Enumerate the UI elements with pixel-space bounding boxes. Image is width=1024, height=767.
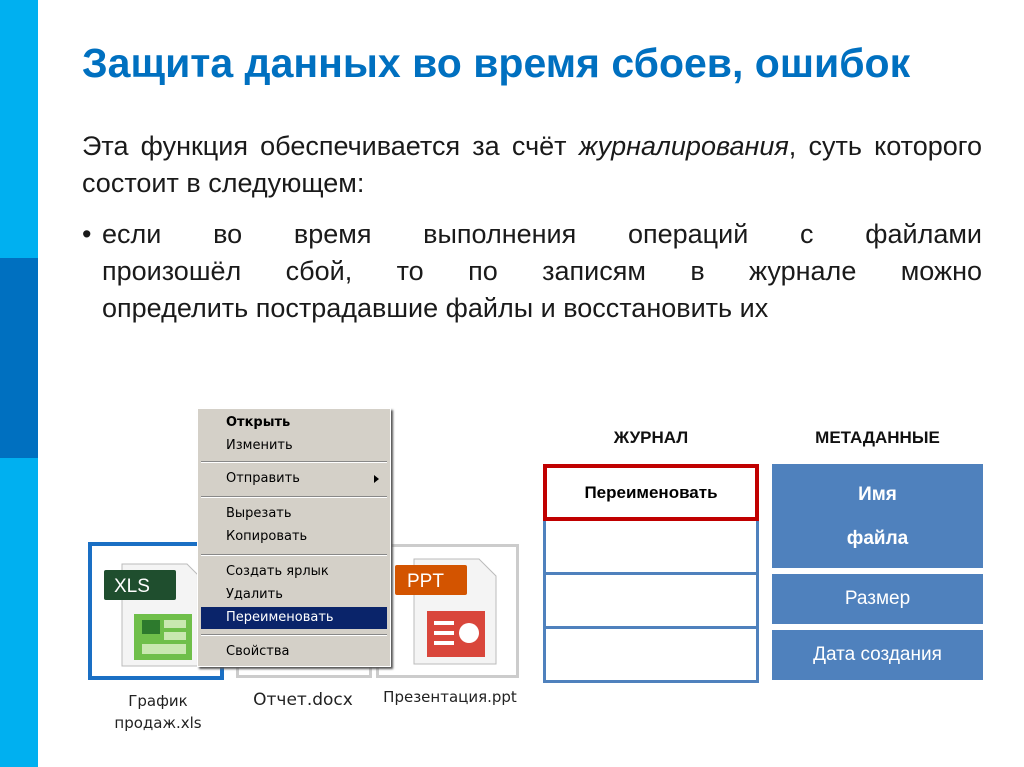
menu-item-send-to[interactable]: Отправить	[201, 468, 387, 490]
file-name-xls: График продаж.xls	[88, 690, 228, 734]
file-name-line: График	[128, 692, 188, 710]
sidebar-stripe-accent	[0, 258, 38, 458]
intro-paragraph: Эта функция обеспечивается за счёт журна…	[82, 128, 982, 202]
menu-item-delete[interactable]: Удалить	[201, 584, 387, 606]
menu-item-properties[interactable]: Свойства	[201, 641, 387, 663]
slide-title: Защита данных во время сбоев, ошибок	[82, 40, 911, 86]
intro-emphasis: журналирования	[578, 131, 789, 161]
metadata-filename-line: файла	[846, 528, 909, 549]
bullet-symbol: •	[82, 219, 92, 249]
bullet-line: если во время выполнения операций с файл…	[102, 219, 982, 249]
metadata-filename: Имя файла	[772, 464, 983, 568]
powerpoint-file-icon: PPT	[395, 558, 497, 665]
submenu-arrow-icon	[374, 475, 379, 483]
journal-entry	[543, 575, 759, 629]
metadata-filename-line: Имя	[858, 484, 897, 505]
menu-separator	[201, 496, 387, 498]
menu-separator	[201, 634, 387, 636]
bullet-line: определить пострадавшие файлы и восстано…	[102, 293, 769, 323]
xls-label: XLS	[114, 576, 150, 597]
file-name-ppt: Презентация.ppt	[383, 688, 517, 706]
menu-separator	[201, 554, 387, 556]
menu-item-open[interactable]: Открыть	[201, 412, 387, 434]
metadata-created: Дата создания	[772, 630, 983, 680]
menu-separator	[201, 461, 387, 463]
context-menu: Открыть Изменить Отправить Вырезать Копи…	[197, 408, 391, 667]
metadata-size: Размер	[772, 574, 983, 624]
metadata-header: МЕТАДАННЫЕ	[815, 428, 940, 447]
bullet-item: • если во время выполнения операций с фа…	[82, 216, 982, 327]
menu-item-create-shortcut[interactable]: Создать ярлык	[201, 561, 387, 583]
file-name-docx: Отчет.docx	[253, 690, 353, 710]
journal-entry: Переименовать	[543, 464, 759, 521]
journal-table: Переименовать	[543, 464, 759, 683]
intro-text: Эта функция обеспечивается за счёт	[82, 131, 579, 161]
menu-item-copy[interactable]: Копировать	[201, 526, 387, 548]
menu-item-label: Отправить	[226, 471, 300, 486]
bullet-line: произошёл сбой, то по записям в журнале …	[102, 256, 982, 286]
ppt-label: PPT	[407, 571, 444, 592]
journal-entry	[543, 629, 759, 683]
file-name-line: продаж.xls	[114, 714, 202, 732]
journal-entry	[543, 521, 759, 575]
file-tile-ppt[interactable]: PPT	[376, 544, 519, 678]
menu-item-cut[interactable]: Вырезать	[201, 503, 387, 525]
journal-header: ЖУРНАЛ	[613, 428, 689, 447]
menu-item-rename[interactable]: Переименовать	[201, 607, 387, 629]
menu-item-edit[interactable]: Изменить	[201, 435, 387, 457]
